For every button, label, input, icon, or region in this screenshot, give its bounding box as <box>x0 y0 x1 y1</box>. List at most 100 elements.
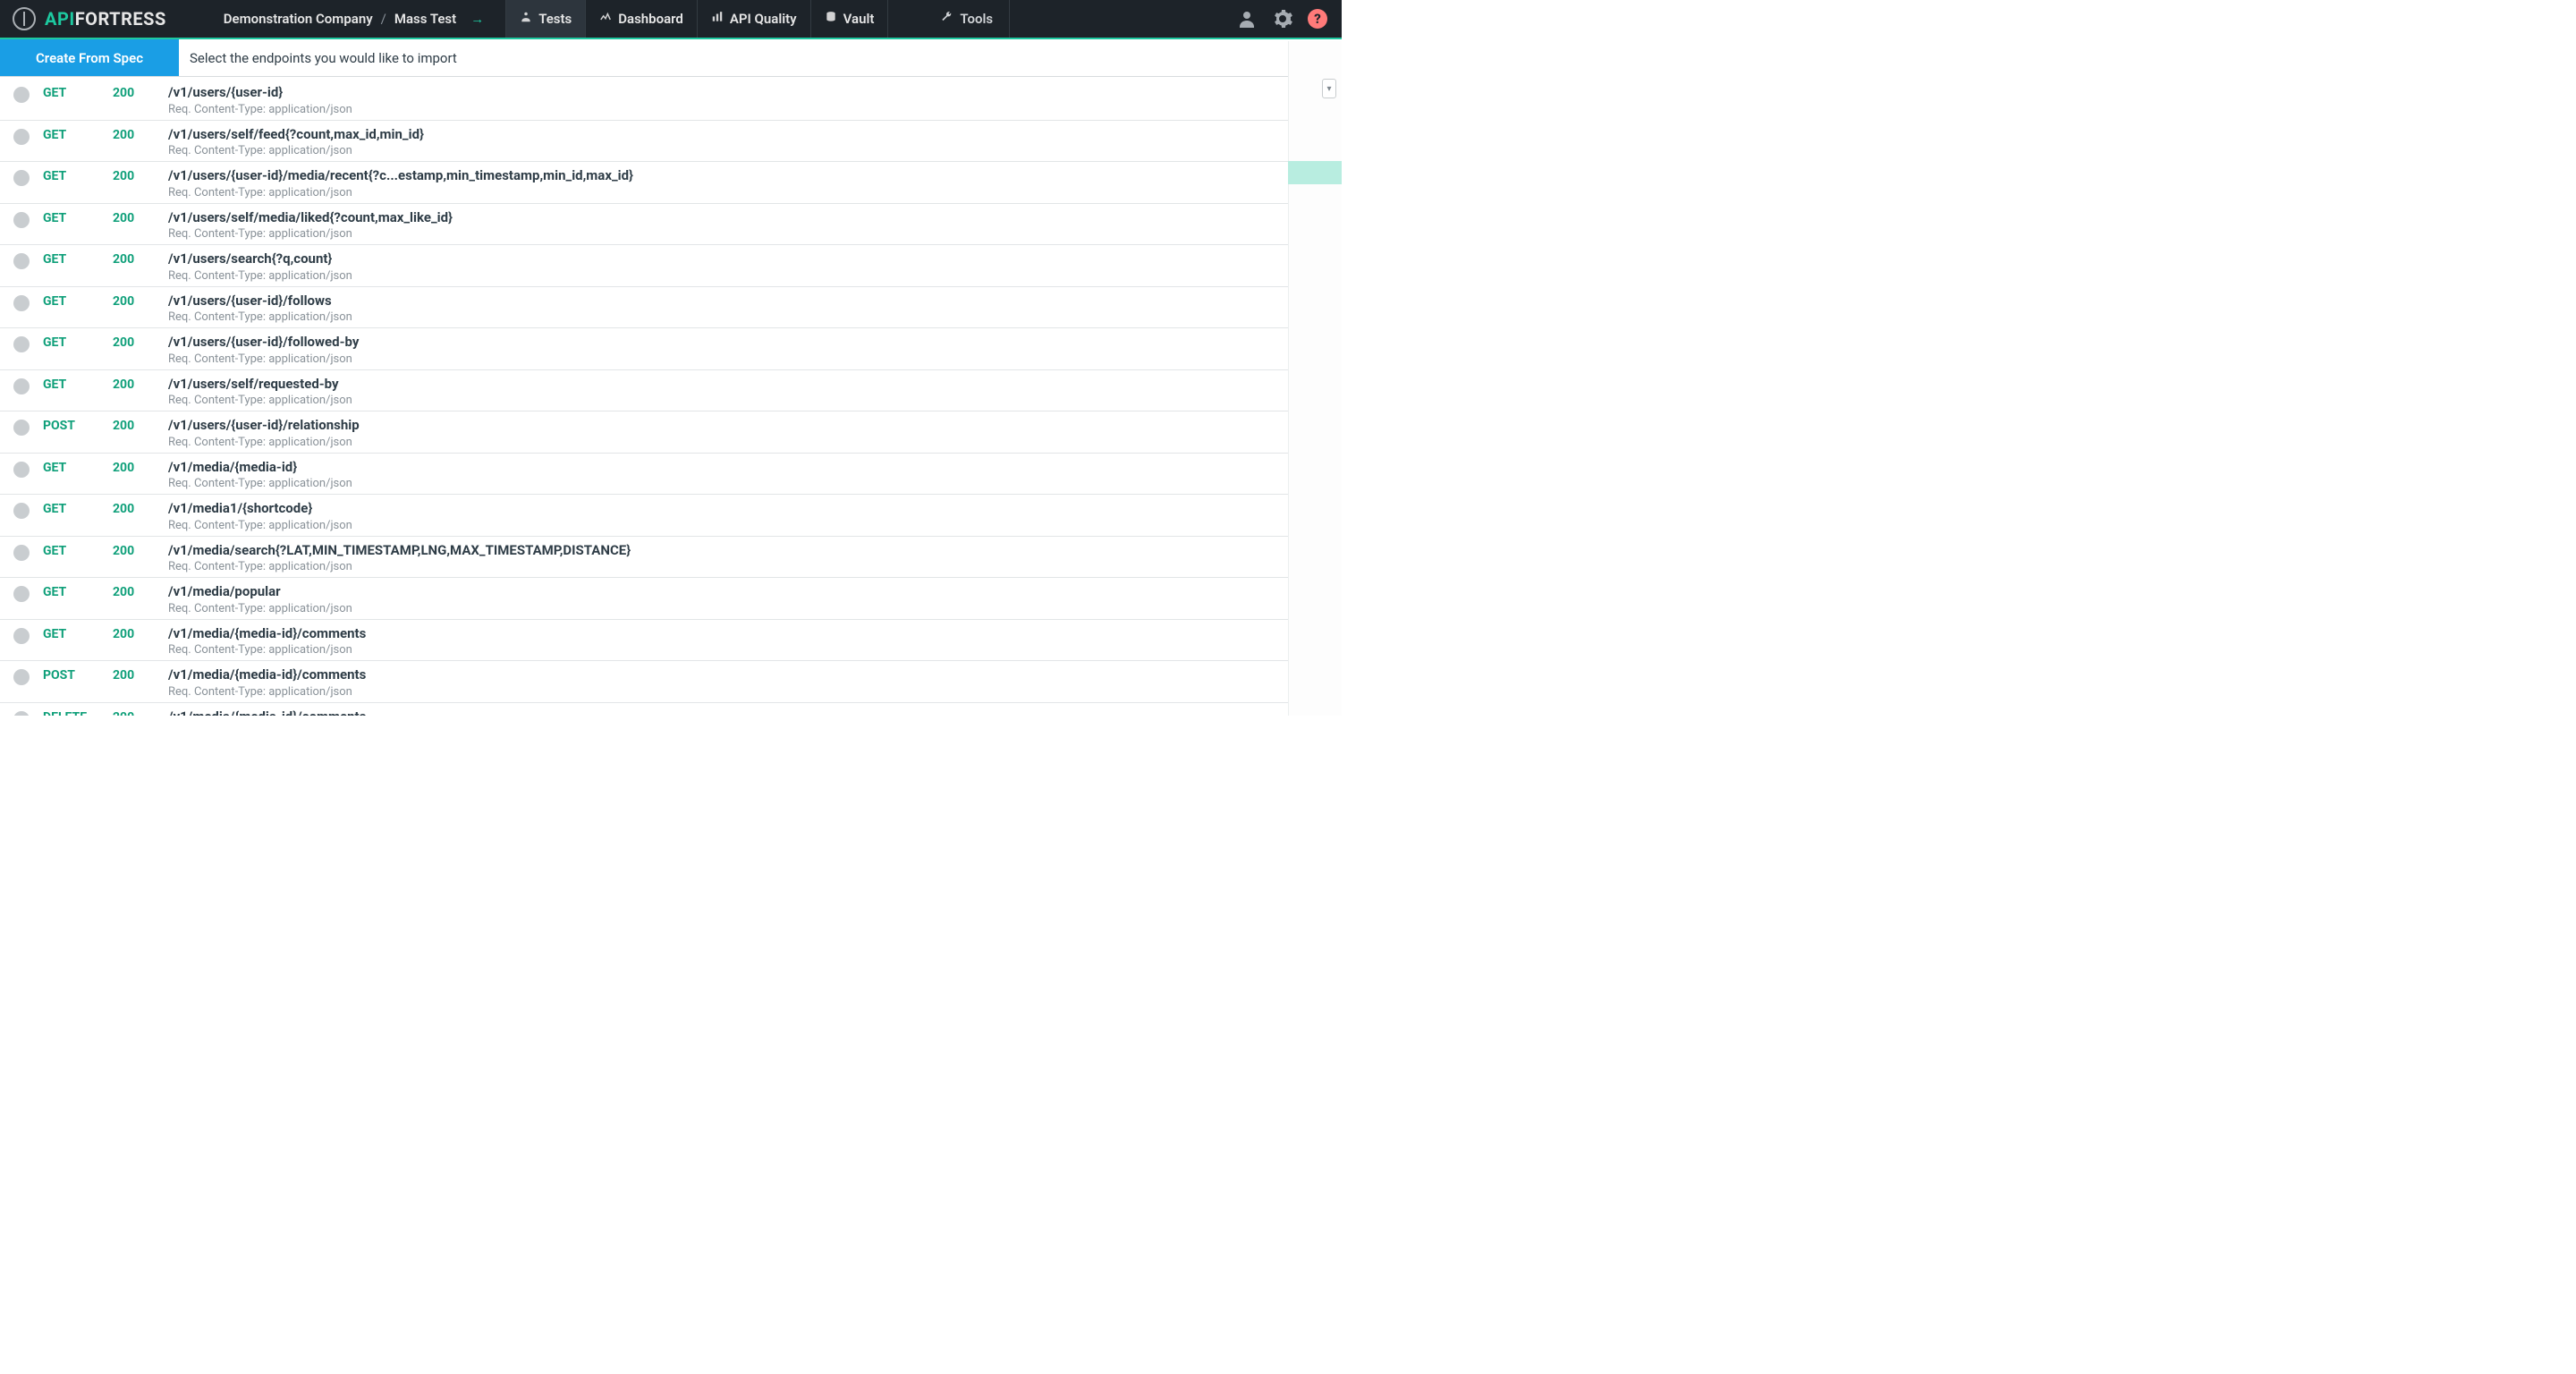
method-label: GET <box>43 625 113 641</box>
content-type: Req. Content-Type: application/json <box>168 685 1288 699</box>
radio-cell <box>0 250 43 269</box>
method-label: GET <box>43 542 113 558</box>
right-rail: ▾ <box>1288 41 1342 716</box>
nav-tools[interactable]: Tools <box>924 0 1010 38</box>
select-radio[interactable] <box>13 336 30 352</box>
select-radio[interactable] <box>13 586 30 602</box>
chevron-down-icon[interactable]: ▾ <box>1322 79 1336 98</box>
select-radio[interactable] <box>13 129 30 145</box>
status-label: 200 <box>113 542 168 558</box>
radio-cell <box>0 167 43 186</box>
status-label: 200 <box>113 293 168 309</box>
tests-icon <box>520 11 532 27</box>
nav-tabs: Tests Dashboard API Quality Vault <box>505 0 888 38</box>
endpoint-row[interactable]: POST200/v1/media/{media-id}/commentsReq.… <box>0 661 1288 703</box>
select-radio[interactable] <box>13 378 30 394</box>
endpoint-row[interactable]: GET200/v1/users/{user-id}/followed-byReq… <box>0 328 1288 370</box>
select-radio[interactable] <box>13 295 30 311</box>
status-label: 200 <box>113 250 168 267</box>
radio-cell <box>0 666 43 685</box>
endpoint-row[interactable]: POST200/v1/users/{user-id}/relationshipR… <box>0 411 1288 454</box>
nav-tab-vault[interactable]: Vault <box>810 0 889 38</box>
logo[interactable]: APIFORTRESS <box>0 7 179 30</box>
endpoint-row[interactable]: GET200/v1/users/{user-id}/followsReq. Co… <box>0 287 1288 329</box>
endpoint-path: /v1/media/{media-id}/comments <box>168 666 1288 684</box>
endpoint-row[interactable]: GET200/v1/media/{media-id}/commentsReq. … <box>0 620 1288 662</box>
path-cell: /v1/users/{user-id}/followed-byReq. Cont… <box>168 334 1288 366</box>
endpoint-row[interactable]: GET200/v1/users/self/feed{?count,max_id,… <box>0 121 1288 163</box>
help-icon[interactable]: ? <box>1308 9 1327 29</box>
gear-icon[interactable] <box>1272 8 1293 30</box>
select-radio[interactable] <box>13 545 30 561</box>
select-radio[interactable] <box>13 462 30 478</box>
user-icon[interactable] <box>1236 8 1258 30</box>
nav-tab-tests[interactable]: Tests <box>505 0 585 38</box>
method-label: GET <box>43 583 113 599</box>
radio-cell <box>0 293 43 311</box>
content-type: Req. Content-Type: application/json <box>168 186 1288 199</box>
endpoint-row[interactable]: GET200/v1/media/{media-id}Req. Content-T… <box>0 454 1288 496</box>
select-radio[interactable] <box>13 669 30 685</box>
select-radio[interactable] <box>13 170 30 186</box>
logo-icon <box>13 7 36 30</box>
status-label: 200 <box>113 417 168 433</box>
endpoint-row[interactable]: GET200/v1/users/{user-id}/media/recent{?… <box>0 162 1288 204</box>
select-radio[interactable] <box>13 503 30 519</box>
endpoint-path: /v1/media/search{?LAT,MIN_TIMESTAMP,LNG,… <box>168 542 1288 560</box>
path-cell: /v1/media/{media-id}Req. Content-Type: a… <box>168 459 1288 491</box>
endpoint-path: /v1/users/search{?q,count} <box>168 250 1288 268</box>
status-label: 200 <box>113 625 168 641</box>
endpoint-row[interactable]: GET200/v1/users/search{?q,count}Req. Con… <box>0 245 1288 287</box>
select-radio[interactable] <box>13 628 30 644</box>
status-label: 200 <box>113 209 168 225</box>
path-cell: /v1/users/self/requested-byReq. Content-… <box>168 376 1288 408</box>
select-radio[interactable] <box>13 212 30 228</box>
radio-cell <box>0 708 43 717</box>
logo-api: API <box>45 8 75 30</box>
endpoint-row[interactable]: GET200/v1/users/{user-id}Req. Content-Ty… <box>0 79 1288 121</box>
method-label: GET <box>43 250 113 267</box>
status-label: 200 <box>113 583 168 599</box>
topbar: APIFORTRESS Demonstration Company / Mass… <box>0 0 1342 39</box>
select-radio[interactable] <box>13 253 30 269</box>
logo-fortress: FORTRESS <box>75 8 166 30</box>
status-label: 200 <box>113 167 168 183</box>
endpoint-row[interactable]: GET200/v1/media/search{?LAT,MIN_TIMESTAM… <box>0 537 1288 579</box>
endpoint-row[interactable]: GET200/v1/media/popularReq. Content-Type… <box>0 578 1288 620</box>
path-cell: /v1/media/{media-id}/commentsReq. Conten… <box>168 666 1288 699</box>
status-label: 200 <box>113 708 168 717</box>
select-radio[interactable] <box>13 87 30 103</box>
content-type: Req. Content-Type: application/json <box>168 144 1288 157</box>
endpoint-path: /v1/media/popular <box>168 583 1288 601</box>
path-cell: /v1/media1/{shortcode}Req. Content-Type:… <box>168 500 1288 532</box>
status-label: 200 <box>113 126 168 142</box>
breadcrumb-company[interactable]: Demonstration Company <box>224 11 373 27</box>
create-from-spec-button[interactable]: Create From Spec <box>0 39 179 76</box>
nav-tab-api-quality[interactable]: API Quality <box>697 0 810 38</box>
endpoint-row[interactable]: GET200/v1/users/self/requested-byReq. Co… <box>0 370 1288 412</box>
status-label: 200 <box>113 666 168 683</box>
nav-tab-dashboard[interactable]: Dashboard <box>585 0 697 38</box>
method-label: GET <box>43 209 113 225</box>
tools-label: Tools <box>960 11 993 27</box>
endpoint-row[interactable]: GET200/v1/users/self/media/liked{?count,… <box>0 204 1288 246</box>
breadcrumb-project[interactable]: Mass Test <box>394 11 456 27</box>
endpoint-path: /v1/media/{media-id} <box>168 459 1288 477</box>
method-label: GET <box>43 126 113 142</box>
endpoint-path: /v1/users/self/feed{?count,max_id,min_id… <box>168 126 1288 144</box>
status-label: 200 <box>113 84 168 100</box>
api-quality-icon <box>711 11 724 27</box>
radio-cell <box>0 376 43 394</box>
path-cell: /v1/media/{media-id}/commentsReq. Conten… <box>168 708 1288 717</box>
endpoint-path: /v1/media1/{shortcode} <box>168 500 1288 518</box>
endpoint-row[interactable]: GET200/v1/media1/{shortcode}Req. Content… <box>0 495 1288 537</box>
subheader: Create From Spec Select the endpoints yo… <box>0 39 1342 77</box>
content-type: Req. Content-Type: application/json <box>168 269 1288 283</box>
breadcrumb-arrow-icon[interactable]: → <box>470 11 484 27</box>
select-radio[interactable] <box>13 711 30 717</box>
endpoint-row[interactable]: DELETE200/v1/media/{media-id}/commentsRe… <box>0 703 1288 717</box>
content-type: Req. Content-Type: application/json <box>168 643 1288 657</box>
radio-cell <box>0 542 43 561</box>
select-radio[interactable] <box>13 420 30 436</box>
content-type: Req. Content-Type: application/json <box>168 477 1288 490</box>
